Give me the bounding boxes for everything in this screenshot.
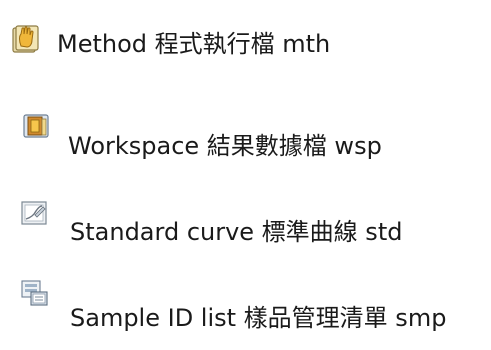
file-type-workspace: Workspace 結果數據檔 wsp [0,110,491,160]
workspace-icon [21,112,55,142]
file-type-label: Sample ID list 樣品管理清單 smp [70,304,447,332]
file-type-method: Method 程式執行檔 mth [0,22,491,72]
file-type-label: Workspace 結果數據檔 wsp [68,132,382,160]
method-hand-icon [11,24,45,54]
file-type-label: Method 程式執行檔 mth [57,30,331,58]
file-type-sample-id-list: Sample ID list 樣品管理清單 smp [0,277,491,332]
file-type-label: Standard curve 標準曲線 std [70,218,403,246]
sample-id-list-icon [19,279,53,309]
file-type-standard-curve: Standard curve 標準曲線 std [0,195,491,246]
standard-curve-icon [19,199,53,229]
